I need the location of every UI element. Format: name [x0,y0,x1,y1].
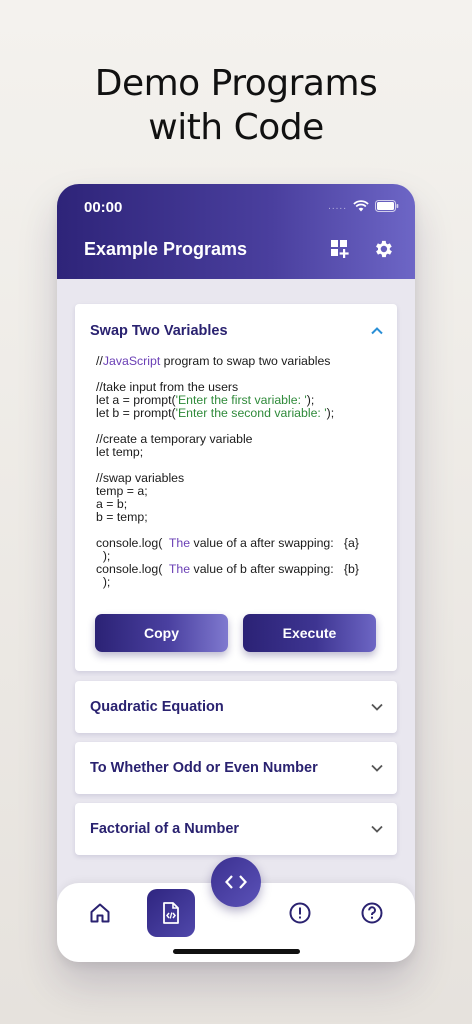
program-card-factorial[interactable]: Factorial of a Number [75,803,397,855]
help-circle-icon[interactable] [360,901,384,925]
home-icon[interactable] [88,901,112,925]
card-title[interactable]: Factorial of a Number [90,821,239,837]
program-list: Swap Two Variables //JavaScript program … [57,279,415,879]
card-title[interactable]: Swap Two Variables [90,323,228,339]
code-keyword: The [168,562,191,576]
program-card-odd-even[interactable]: To Whether Odd or Even Number [75,742,397,794]
code-block: //JavaScript program to swap two variabl… [96,355,386,589]
code-line: //swap variables [96,471,185,485]
code-line: //create a temporary variable [96,432,253,446]
chevron-down-icon[interactable] [369,821,385,837]
code-text: ); [306,393,315,407]
code-line: ); [96,549,111,563]
code-text: console.log( [96,536,169,550]
alert-circle-icon[interactable] [288,901,312,925]
wifi-icon [353,200,369,212]
add-widget-icon[interactable] [329,238,351,260]
code-text: let a = prompt( [96,393,176,407]
gear-icon[interactable] [372,238,394,260]
code-text: ); [326,406,335,420]
code-file-icon [163,902,179,924]
card-title[interactable]: To Whether Odd or Even Number [90,760,318,776]
code-icon [225,875,247,889]
code-line: let temp; [96,445,144,459]
code-line: temp = a; [96,484,148,498]
code-text: let b = prompt( [96,406,176,420]
code-text: value of a after swapping: {a} [190,536,359,550]
execute-button[interactable]: Execute [243,614,376,652]
code-text: program to swap two variables [160,354,331,368]
copy-button[interactable]: Copy [95,614,228,652]
chevron-up-icon[interactable] [369,323,385,339]
code-line: //take input from the users [96,380,239,394]
code-string: 'Enter the second variable: ' [175,406,327,420]
nav-item-programs[interactable] [147,889,195,937]
app-bar: 00:00 ..... Example Programs [57,184,415,279]
code-keyword: The [168,536,191,550]
code-text: console.log( [96,562,169,576]
status-icons: ..... [328,200,399,212]
app-title: Example Programs [84,239,248,259]
program-card-quadratic[interactable]: Quadratic Equation [75,681,397,733]
code-fab-button[interactable] [211,857,261,907]
code-line: b = temp; [96,510,148,524]
code-line: ); [96,575,111,589]
code-string: 'Enter the first variable: ' [175,393,307,407]
program-card-swap: Swap Two Variables //JavaScript program … [75,304,397,671]
code-text: value of b after swapping: {b} [190,562,359,576]
card-title[interactable]: Quadratic Equation [90,699,224,715]
headline-line-1: Demo Programs [94,63,378,104]
chevron-down-icon[interactable] [369,699,385,715]
code-comment: // [96,354,103,368]
home-indicator[interactable] [173,949,300,954]
headline-line-2: with Code [148,107,324,148]
chevron-down-icon[interactable] [369,760,385,776]
phone-frame: 00:00 ..... Example Programs Swap Two Va… [57,184,415,962]
code-keyword: JavaScript [102,354,161,368]
code-line: a = b; [96,497,128,511]
signal-dots: ..... [328,200,347,212]
status-time: 00:00 [84,199,123,216]
headline: Demo Programs with Code [0,62,472,150]
battery-icon [375,200,399,212]
